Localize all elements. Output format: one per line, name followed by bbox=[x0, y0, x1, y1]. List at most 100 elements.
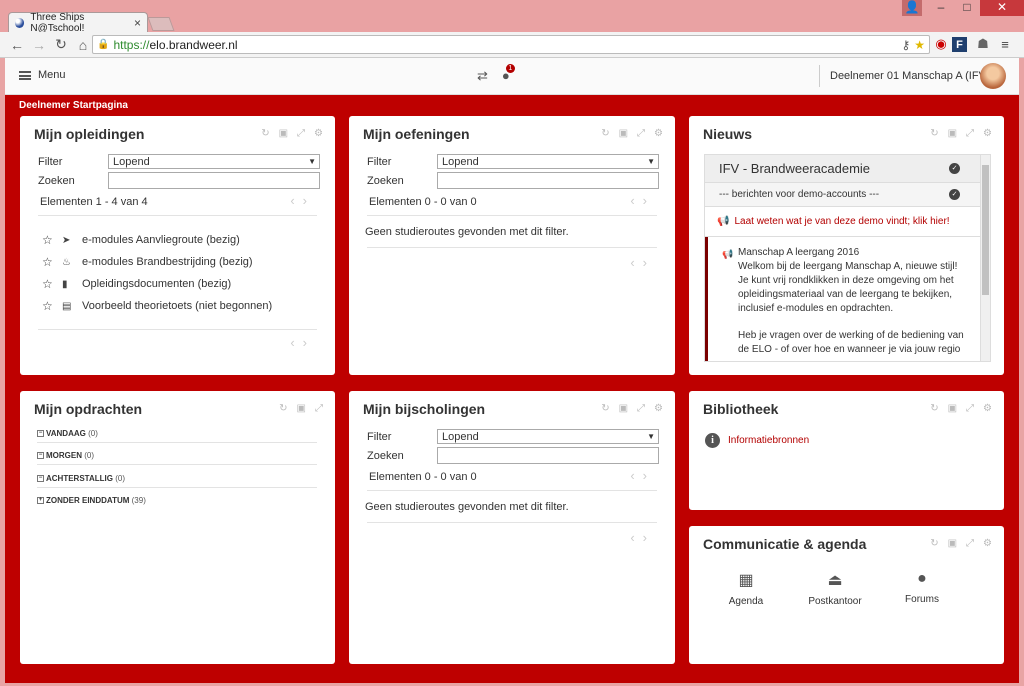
expand-icon[interactable]: ⤢ bbox=[966, 538, 974, 549]
news-group-header[interactable]: IFV - Brandweeracademie ✓ bbox=[705, 155, 990, 183]
refresh-icon[interactable]: ↻ bbox=[261, 128, 269, 139]
pager[interactable]: ‹› bbox=[630, 255, 655, 270]
reload-icon[interactable]: ↻ bbox=[50, 36, 72, 53]
filter-select[interactable]: Lopend ▼ bbox=[437, 429, 659, 444]
star-icon[interactable]: ☆ bbox=[42, 233, 54, 247]
expand-plus-icon[interactable]: + bbox=[37, 497, 44, 505]
ghost-extension-icon[interactable]: ☗ bbox=[974, 35, 992, 53]
notifications-icon[interactable]: ● 1 bbox=[502, 64, 515, 84]
gear-icon[interactable]: ⚙ bbox=[654, 403, 663, 414]
list-item[interactable]: ☆ ➤ e-modules Aanvliegroute (bezig) bbox=[42, 233, 240, 247]
profile-icon[interactable]: 👤 bbox=[902, 0, 922, 16]
minimize-icon[interactable]: ▣ bbox=[948, 128, 957, 139]
news-feed[interactable]: IFV - Brandweeracademie ✓ --- berichten v… bbox=[704, 154, 991, 362]
refresh-icon[interactable]: ↻ bbox=[930, 538, 938, 549]
user-name[interactable]: Deelnemer 01 Manschap A (IFV) bbox=[830, 70, 990, 82]
maximize-button[interactable]: □ bbox=[954, 0, 980, 16]
collapse-icon[interactable]: − bbox=[37, 452, 44, 460]
scrollbar-thumb[interactable] bbox=[982, 165, 989, 295]
expand-icon[interactable]: ⤢ bbox=[637, 128, 645, 139]
check-icon[interactable]: ✓ bbox=[949, 189, 960, 200]
collapse-icon[interactable]: − bbox=[37, 475, 44, 483]
browser-tab[interactable]: Three Ships N@Tschool! × bbox=[8, 12, 148, 34]
category-label: ACHTERSTALLIG bbox=[46, 474, 113, 483]
refresh-icon[interactable]: ↻ bbox=[930, 128, 938, 139]
forward-icon[interactable]: → bbox=[28, 37, 50, 53]
informatiebronnen-link[interactable]: i Informatiebronnen bbox=[705, 433, 809, 448]
category-morgen[interactable]: − MORGEN (0) bbox=[37, 451, 317, 465]
star-icon[interactable]: ☆ bbox=[42, 299, 54, 313]
search-input[interactable] bbox=[108, 172, 320, 189]
star-icon[interactable]: ☆ bbox=[42, 255, 54, 269]
expand-icon[interactable]: ⤢ bbox=[315, 403, 323, 414]
library-link-text[interactable]: Informatiebronnen bbox=[728, 435, 809, 446]
news-link-text[interactable]: Laat weten wat je van deze demo vindt; k… bbox=[734, 216, 949, 227]
list-item-label[interactable]: e-modules Aanvliegroute (bezig) bbox=[82, 234, 240, 246]
pager[interactable]: ‹› bbox=[630, 193, 655, 208]
chrome-menu-icon[interactable]: ≡ bbox=[996, 35, 1014, 53]
home-icon[interactable]: ⌂ bbox=[72, 37, 94, 53]
pager[interactable]: ‹› bbox=[630, 468, 655, 483]
filter-select[interactable]: Lopend ▼ bbox=[108, 154, 320, 169]
close-tab-icon[interactable]: × bbox=[134, 16, 141, 30]
list-item-label[interactable]: Voorbeeld theorietoets (niet begonnen) bbox=[82, 300, 272, 312]
minimize-icon[interactable]: ▣ bbox=[619, 403, 628, 414]
refresh-icon[interactable]: ↻ bbox=[601, 128, 609, 139]
filter-select[interactable]: Lopend ▼ bbox=[437, 154, 659, 169]
category-zonder-einddatum[interactable]: + ZONDER EINDDATUM (39) bbox=[37, 496, 317, 509]
search-input[interactable] bbox=[437, 447, 659, 464]
search-input[interactable] bbox=[437, 172, 659, 189]
list-item-label[interactable]: e-modules Brandbestrijding (bezig) bbox=[82, 256, 253, 268]
news-subgroup[interactable]: --- berichten voor demo-accounts --- ✓ bbox=[705, 183, 990, 207]
news-feedback-link[interactable]: 📢 Laat weten wat je van deze demo vindt; … bbox=[705, 207, 990, 237]
agenda-button[interactable]: ▦ Agenda bbox=[711, 570, 781, 607]
opera-extension-icon[interactable]: ◉ bbox=[932, 35, 950, 53]
key-icon[interactable]: ⚷ bbox=[901, 38, 910, 52]
minimize-icon[interactable]: ▣ bbox=[279, 128, 288, 139]
list-item[interactable]: ☆ ▤ Voorbeeld theorietoets (niet begonnen) bbox=[42, 299, 272, 313]
expand-icon[interactable]: ⤢ bbox=[637, 403, 645, 414]
refresh-icon[interactable]: ↻ bbox=[601, 403, 609, 414]
list-item[interactable]: ☆ ♨ e-modules Brandbestrijding (bezig) bbox=[42, 255, 253, 269]
minimize-icon[interactable]: ▣ bbox=[619, 128, 628, 139]
expand-icon[interactable]: ⤢ bbox=[297, 128, 305, 139]
new-tab-button[interactable] bbox=[147, 17, 175, 31]
pager[interactable]: ‹› bbox=[630, 530, 655, 545]
gear-icon[interactable]: ⚙ bbox=[654, 128, 663, 139]
gear-icon[interactable]: ⚙ bbox=[314, 128, 323, 139]
list-item-label[interactable]: Opleidingsdocumenten (bezig) bbox=[82, 278, 231, 290]
refresh-icon[interactable]: ↻ bbox=[930, 403, 938, 414]
f-extension-icon[interactable]: F bbox=[952, 37, 967, 52]
gear-icon[interactable]: ⚙ bbox=[983, 403, 992, 414]
gear-icon[interactable]: ⚙ bbox=[983, 128, 992, 139]
postkantoor-button[interactable]: ⏏ Postkantoor bbox=[800, 570, 870, 607]
filter-value: Lopend bbox=[113, 155, 150, 168]
switch-icon[interactable]: ⇄ bbox=[477, 68, 488, 84]
category-vandaag[interactable]: − VANDAAG (0) bbox=[37, 429, 317, 443]
avatar[interactable] bbox=[980, 63, 1006, 89]
category-achterstallig[interactable]: − ACHTERSTALLIG (0) bbox=[37, 474, 317, 488]
pager[interactable]: ‹› bbox=[290, 335, 315, 350]
forums-button[interactable]: ● Forums bbox=[887, 570, 957, 605]
gear-icon[interactable]: ⚙ bbox=[983, 538, 992, 549]
collapse-icon[interactable]: − bbox=[37, 430, 44, 438]
minimize-icon[interactable]: ▣ bbox=[948, 538, 957, 549]
refresh-icon[interactable]: ↻ bbox=[279, 403, 287, 414]
back-icon[interactable]: ← bbox=[6, 37, 28, 53]
minimize-icon[interactable]: ▣ bbox=[297, 403, 306, 414]
list-item[interactable]: ☆ ▮ Opleidingsdocumenten (bezig) bbox=[42, 277, 231, 291]
bookmark-star-icon[interactable]: ★ bbox=[914, 38, 925, 52]
minimize-icon[interactable]: ▣ bbox=[948, 403, 957, 414]
category-count: (0) bbox=[84, 451, 95, 460]
star-icon[interactable]: ☆ bbox=[42, 277, 54, 291]
close-window-button[interactable]: ✕ bbox=[980, 0, 1024, 16]
address-bar[interactable]: 🔒 https:// elo.brandweer.nl ⚷ ★ bbox=[92, 35, 930, 54]
check-icon[interactable]: ✓ bbox=[949, 163, 960, 174]
expand-icon[interactable]: ⤢ bbox=[966, 128, 974, 139]
menu-button[interactable]: Menu bbox=[19, 69, 66, 81]
minimize-button[interactable]: – bbox=[928, 0, 954, 16]
news-item[interactable]: 📢 Manschap A leergang 2016 Welkom bij de… bbox=[705, 237, 990, 361]
news-scrollbar[interactable] bbox=[980, 155, 990, 361]
expand-icon[interactable]: ⤢ bbox=[966, 403, 974, 414]
pager[interactable]: ‹› bbox=[290, 193, 315, 208]
